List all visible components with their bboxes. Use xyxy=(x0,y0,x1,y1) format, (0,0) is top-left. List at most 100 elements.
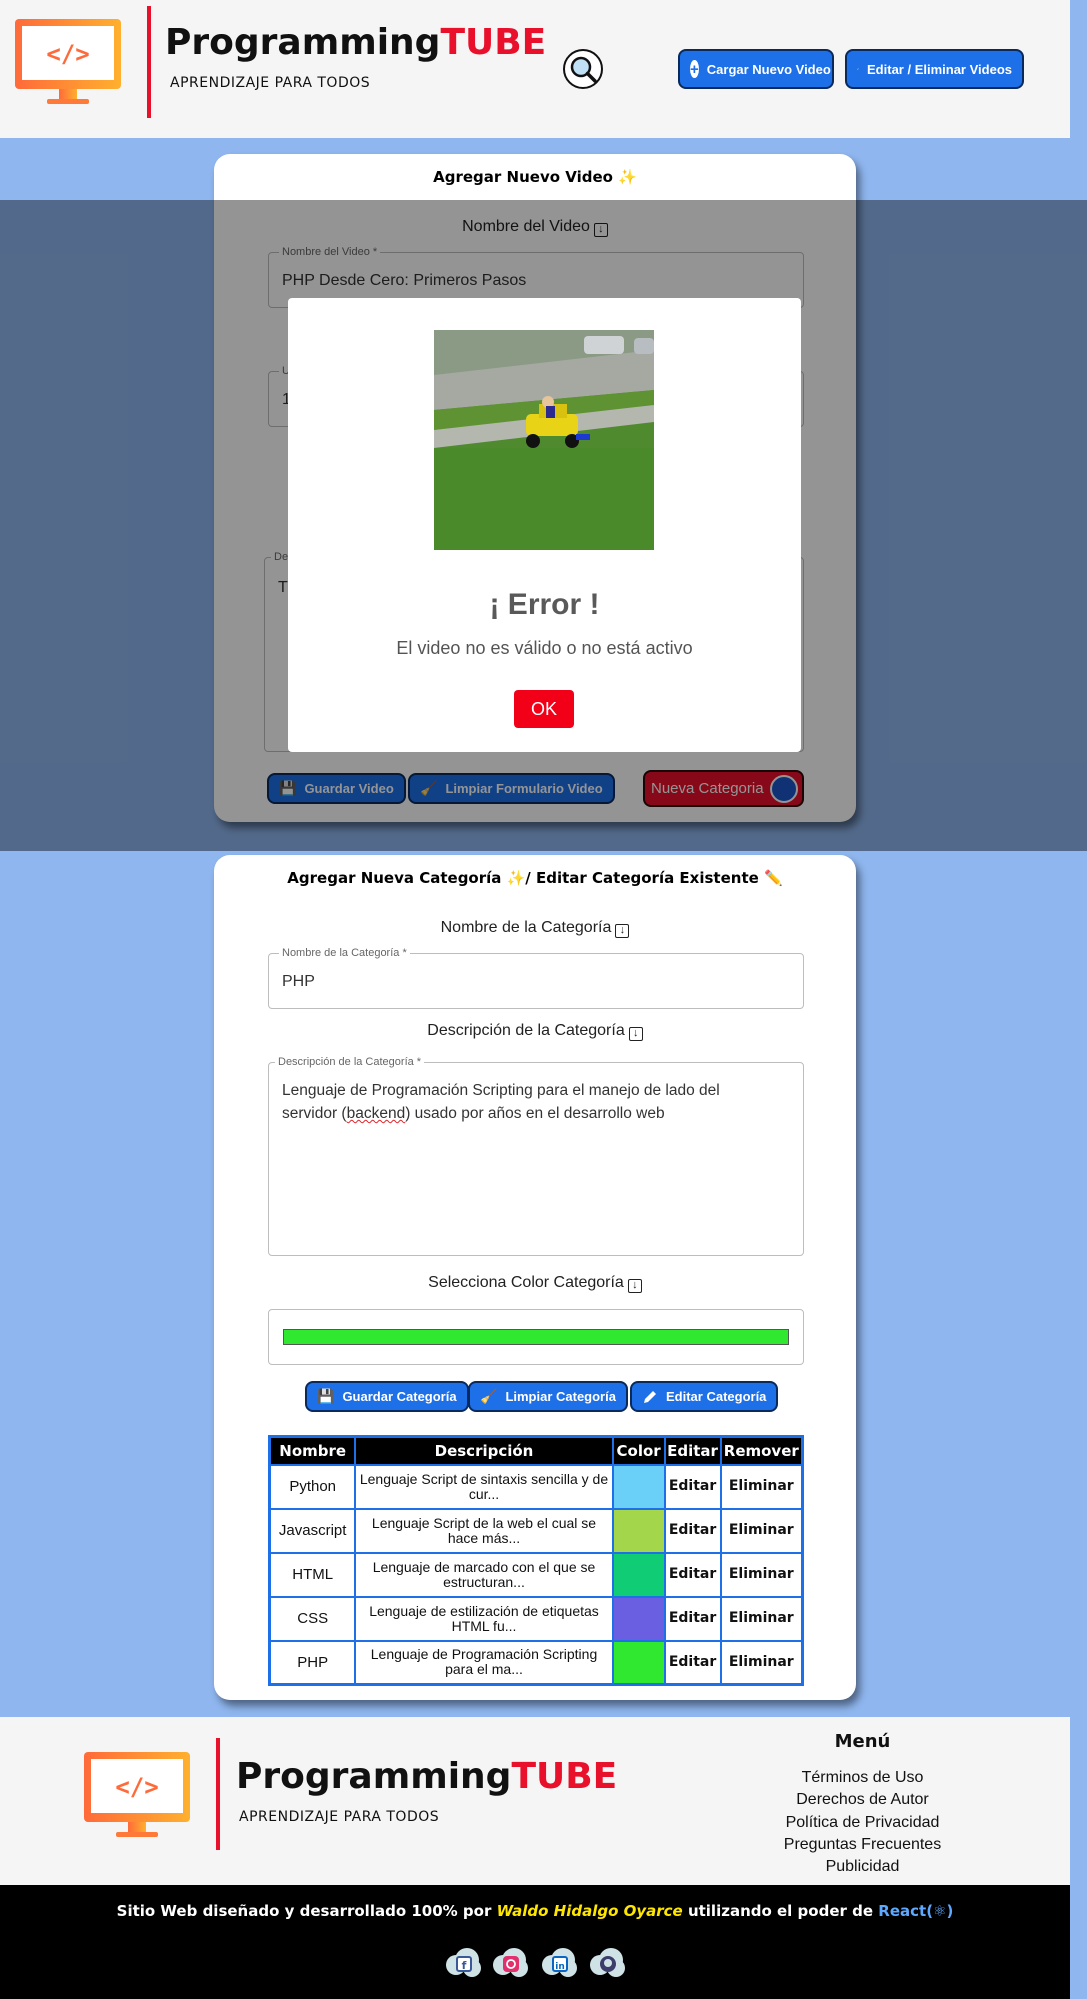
github-icon[interactable] xyxy=(587,1943,627,1983)
edit-row-button[interactable]: Editar xyxy=(663,1463,722,1510)
author-link[interactable]: Waldo Hidalgo Oyarce xyxy=(497,1902,683,1920)
category-name-legend: Nombre de la Categoría * xyxy=(279,947,410,959)
footer-brand-tagline: APRENDIZAJE PARA TODOS xyxy=(239,1809,440,1825)
menu-link-privacy[interactable]: Política de Privacidad xyxy=(760,1814,965,1832)
category-color-cell xyxy=(611,1507,666,1554)
category-color-cell xyxy=(611,1463,666,1510)
remove-row-button[interactable]: Eliminar xyxy=(719,1507,804,1554)
search-icon xyxy=(570,56,597,83)
header-nombre: Nombre xyxy=(268,1435,357,1466)
remove-row-button[interactable]: Eliminar xyxy=(719,1639,804,1686)
category-name-input[interactable]: Nombre de la Categoría * PHP xyxy=(268,947,804,1009)
edit-videos-label: Editar / Eliminar Videos xyxy=(867,61,1012,77)
remove-row-button[interactable]: Eliminar xyxy=(719,1463,804,1510)
search-button[interactable] xyxy=(563,49,603,89)
clear-category-label: Limpiar Categoría xyxy=(505,1389,616,1404)
table-header-row: Nombre Descripción Color Editar Remover xyxy=(268,1435,804,1466)
category-description-cell: Lenguaje de estilización de etiquetas HT… xyxy=(354,1595,614,1642)
arrow-down-icon: ↓ xyxy=(615,924,630,938)
edit-row-button[interactable]: Editar xyxy=(663,1639,722,1686)
monitor-code-logo-icon[interactable]: </> xyxy=(82,1750,192,1838)
add-video-title: Agregar Nuevo Video ✨ xyxy=(433,168,637,186)
category-description-cell: Lenguaje de marcado con el que se estruc… xyxy=(354,1551,614,1598)
svg-text:</>: </> xyxy=(46,40,89,68)
error-animation-image xyxy=(434,330,654,550)
category-description-value: Lenguaje de Programación Scripting para … xyxy=(282,1082,720,1122)
category-description-heading: Descripción de la Categoría ↓ xyxy=(214,1022,856,1041)
edit-category-label: Editar Categoría xyxy=(666,1389,767,1404)
header-descripcion: Descripción xyxy=(354,1435,614,1466)
category-color-picker[interactable] xyxy=(268,1309,804,1365)
logo-divider xyxy=(147,6,151,118)
color-swatch[interactable] xyxy=(283,1329,789,1345)
monitor-code-logo-icon[interactable]: </> xyxy=(13,17,123,105)
credits-bar: Sitio Web diseñado y desarrollado 100% p… xyxy=(0,1885,1070,1999)
category-name-value: PHP xyxy=(282,973,315,990)
edit-category-button[interactable]: Editar Categoría xyxy=(630,1381,779,1412)
brand-title[interactable]: ProgrammingTUBE xyxy=(165,22,546,63)
category-name-heading: Nombre de la Categoría ↓ xyxy=(214,919,856,938)
category-description-cell: Lenguaje Script de la web el cual se hac… xyxy=(354,1507,614,1554)
react-link[interactable]: React xyxy=(878,1902,926,1920)
header-editar: Editar xyxy=(663,1435,722,1466)
category-description-cell: Lenguaje Script de sintaxis sencilla y d… xyxy=(354,1463,614,1510)
remove-row-button[interactable]: Eliminar xyxy=(719,1595,804,1642)
table-row: Python Lenguaje Script de sintaxis senci… xyxy=(268,1463,804,1510)
modal-message: El video no es válido o no está activo xyxy=(396,638,693,658)
category-color-heading: Selecciona Color Categoría ↓ xyxy=(214,1274,856,1293)
clear-category-button[interactable]: 🧹 Limpiar Categoría xyxy=(468,1381,628,1412)
category-description-legend: Descripción de la Categoría * xyxy=(275,1056,425,1068)
menu-link-faq[interactable]: Preguntas Frecuentes xyxy=(760,1836,965,1854)
save-icon: 💾 xyxy=(317,1388,335,1404)
upload-video-label: Cargar Nuevo Video xyxy=(706,61,831,77)
remove-row-button[interactable]: Eliminar xyxy=(719,1551,804,1598)
upload-video-button[interactable]: + Cargar Nuevo Video xyxy=(678,49,834,89)
category-color-cell xyxy=(611,1551,666,1598)
react-icon: (⚛) xyxy=(926,1902,954,1920)
category-name-cell: PHP xyxy=(268,1639,357,1686)
categories-table: Nombre Descripción Color Editar Remover … xyxy=(268,1435,804,1686)
save-category-button[interactable]: 💾 Guardar Categoría xyxy=(305,1381,469,1412)
menu-link-advertising[interactable]: Publicidad xyxy=(760,1858,965,1876)
category-name-cell: Python xyxy=(268,1463,357,1510)
ok-button[interactable]: OK xyxy=(514,690,574,728)
table-row: CSS Lenguaje de estilización de etiqueta… xyxy=(268,1595,804,1642)
site-footer: </> ProgrammingTUBE APRENDIZAJE PARA TOD… xyxy=(0,1717,1070,1885)
svg-text:</>: </> xyxy=(115,1773,158,1801)
category-name-cell: CSS xyxy=(268,1595,357,1642)
table-row: HTML Lenguaje de marcado con el que se e… xyxy=(268,1551,804,1598)
header-color: Color xyxy=(611,1435,666,1466)
menu-link-terms[interactable]: Términos de Uso xyxy=(760,1769,965,1787)
edit-row-button[interactable]: Editar xyxy=(663,1551,722,1598)
modal-title: ¡ Error ! xyxy=(489,588,600,621)
credits-text: Sitio Web diseñado y desarrollado 100% p… xyxy=(116,1902,954,1920)
header-remover: Remover xyxy=(719,1435,804,1466)
category-name-cell: Javascript xyxy=(268,1507,357,1554)
pencil-icon xyxy=(644,1390,656,1403)
pencil-icon xyxy=(857,68,859,70)
edit-row-button[interactable]: Editar xyxy=(663,1507,722,1554)
footer-menu-title: Menú xyxy=(834,1731,891,1752)
facebook-icon[interactable]: f xyxy=(443,1943,483,1983)
edit-videos-button[interactable]: Editar / Eliminar Videos xyxy=(845,49,1024,89)
category-description-cell: Lenguaje de Programación Scripting para … xyxy=(354,1639,614,1686)
instagram-icon[interactable] xyxy=(490,1943,530,1983)
svg-text:in: in xyxy=(555,1962,565,1972)
add-category-card: Agregar Nueva Categoría ✨/ Editar Catego… xyxy=(214,855,856,1700)
plus-circle-icon: + xyxy=(690,60,699,78)
broom-icon: 🧹 xyxy=(480,1388,498,1404)
menu-link-copyright[interactable]: Derechos de Autor xyxy=(760,1791,965,1809)
linkedin-icon[interactable]: in xyxy=(539,1943,579,1983)
arrow-down-icon: ↓ xyxy=(628,1027,643,1041)
site-header: </> ProgrammingTUBE APRENDIZAJE PARA TOD… xyxy=(0,0,1070,138)
svg-text:f: f xyxy=(462,1959,467,1972)
brand-tagline: APRENDIZAJE PARA TODOS xyxy=(170,75,371,91)
add-category-title: Agregar Nueva Categoría ✨/ Editar Catego… xyxy=(287,869,783,887)
arrow-down-icon: ↓ xyxy=(627,1279,642,1293)
error-modal: ¡ Error ! El video no es válido o no est… xyxy=(288,298,801,752)
category-description-input[interactable]: Descripción de la Categoría * Lenguaje d… xyxy=(268,1056,804,1256)
category-name-cell: HTML xyxy=(268,1551,357,1598)
table-row: PHP Lenguaje de Programación Scripting p… xyxy=(268,1639,804,1686)
footer-brand-title[interactable]: ProgrammingTUBE xyxy=(236,1756,617,1797)
edit-row-button[interactable]: Editar xyxy=(663,1595,722,1642)
